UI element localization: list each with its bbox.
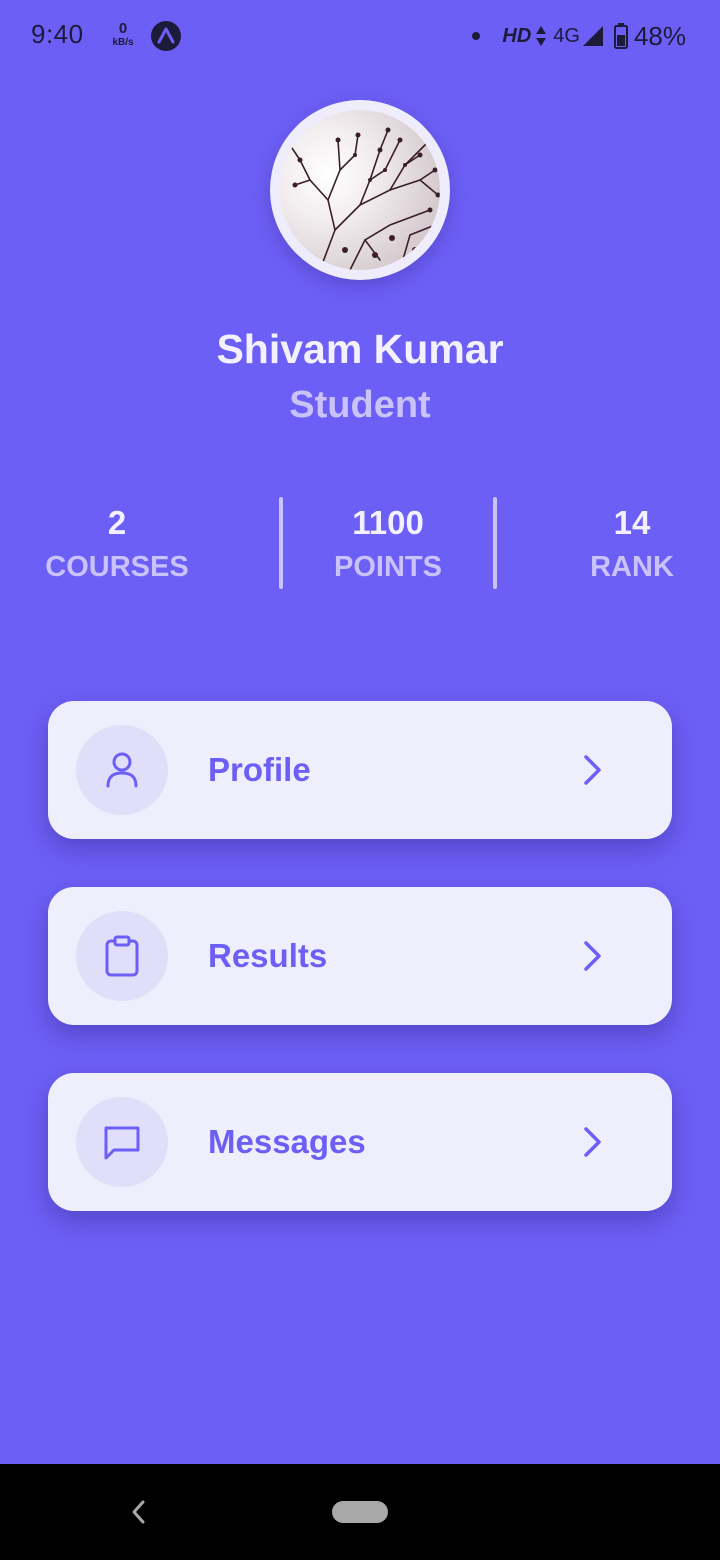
- menu-label: Results: [208, 937, 328, 974]
- stat-value: 14: [613, 504, 651, 541]
- network-speed-indicator: 0 kB/s: [108, 21, 138, 48]
- avatar-photo: [280, 110, 440, 270]
- stat-value: 2: [107, 504, 127, 541]
- system-navigation-bar: [0, 1464, 720, 1560]
- user-name: Shivam Kumar: [216, 326, 504, 372]
- data-transfer-icon: [536, 26, 547, 46]
- battery-icon: [613, 23, 628, 49]
- menu-label: Profile: [208, 751, 311, 788]
- stat-label: POINTS: [334, 551, 442, 583]
- chevron-right-icon: [584, 755, 601, 785]
- status-bar: 9:40 0 kB/s HD 4G 48%: [0, 0, 720, 72]
- user-icon: [106, 752, 138, 788]
- app-notification-icon: [151, 21, 181, 51]
- status-time: 9:40: [31, 19, 84, 49]
- menu-label: Messages: [208, 1123, 366, 1160]
- stat-label: COURSES: [45, 551, 189, 583]
- status-indicators: HD 4G 48%: [472, 18, 686, 54]
- back-icon[interactable]: [126, 1498, 150, 1526]
- stat-label: RANK: [590, 551, 674, 583]
- chevron-right-icon: [584, 941, 601, 971]
- menu-item-results[interactable]: Results: [48, 887, 672, 1025]
- signal-strength-icon: [582, 26, 603, 46]
- user-role: Student: [289, 384, 431, 426]
- battery-percent: 48%: [633, 20, 686, 51]
- hd-voice-label: HD: [502, 24, 532, 47]
- menu-item-profile[interactable]: Profile: [48, 701, 672, 839]
- stat-divider: [493, 497, 497, 589]
- network-speed-unit: kB/s: [112, 37, 134, 48]
- chevron-right-icon: [584, 1127, 601, 1157]
- stat-rank: 14 RANK: [582, 504, 682, 584]
- stat-value: 1100: [352, 504, 424, 541]
- stat-points: 1100 POINTS: [318, 504, 458, 584]
- network-type-label: 4G: [553, 24, 580, 47]
- home-button[interactable]: [332, 1501, 388, 1523]
- menu-icon-container: [76, 911, 168, 1001]
- network-speed-value: 0: [118, 20, 128, 37]
- message-icon: [104, 1126, 140, 1160]
- menu-icon-container: [76, 1097, 168, 1187]
- avatar[interactable]: [270, 100, 450, 280]
- notification-dot-icon: [472, 32, 481, 40]
- profile-screen: 9:40 0 kB/s HD 4G 48% Shivam Kumar Stude…: [0, 0, 720, 1464]
- stat-courses: 2 COURSES: [36, 504, 198, 584]
- tree-branches-image: [287, 127, 440, 270]
- stat-divider: [279, 497, 283, 589]
- clipboard-icon: [105, 935, 139, 977]
- menu-icon-container: [76, 725, 168, 815]
- menu-item-messages[interactable]: Messages: [48, 1073, 672, 1211]
